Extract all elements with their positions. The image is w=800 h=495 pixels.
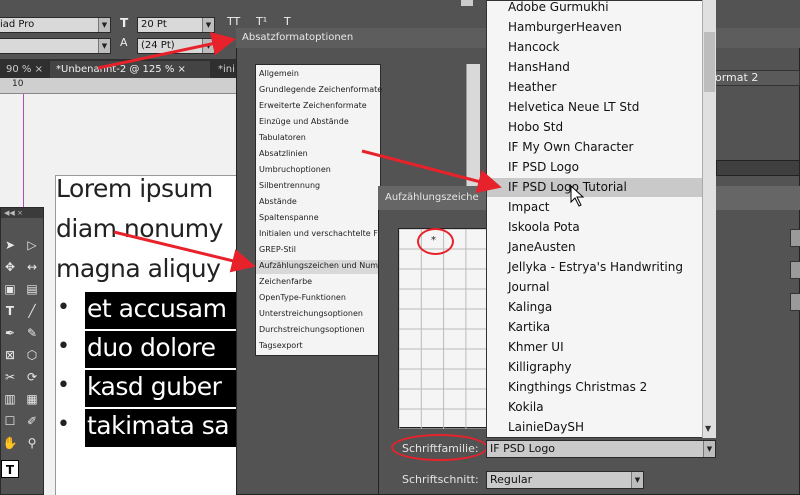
arrow-to-dialog	[97, 31, 236, 70]
mouse-cursor-icon	[570, 184, 585, 207]
arrow-to-font	[361, 149, 502, 194]
arrow-to-category	[113, 230, 256, 273]
annotation-arrows	[97, 31, 585, 273]
